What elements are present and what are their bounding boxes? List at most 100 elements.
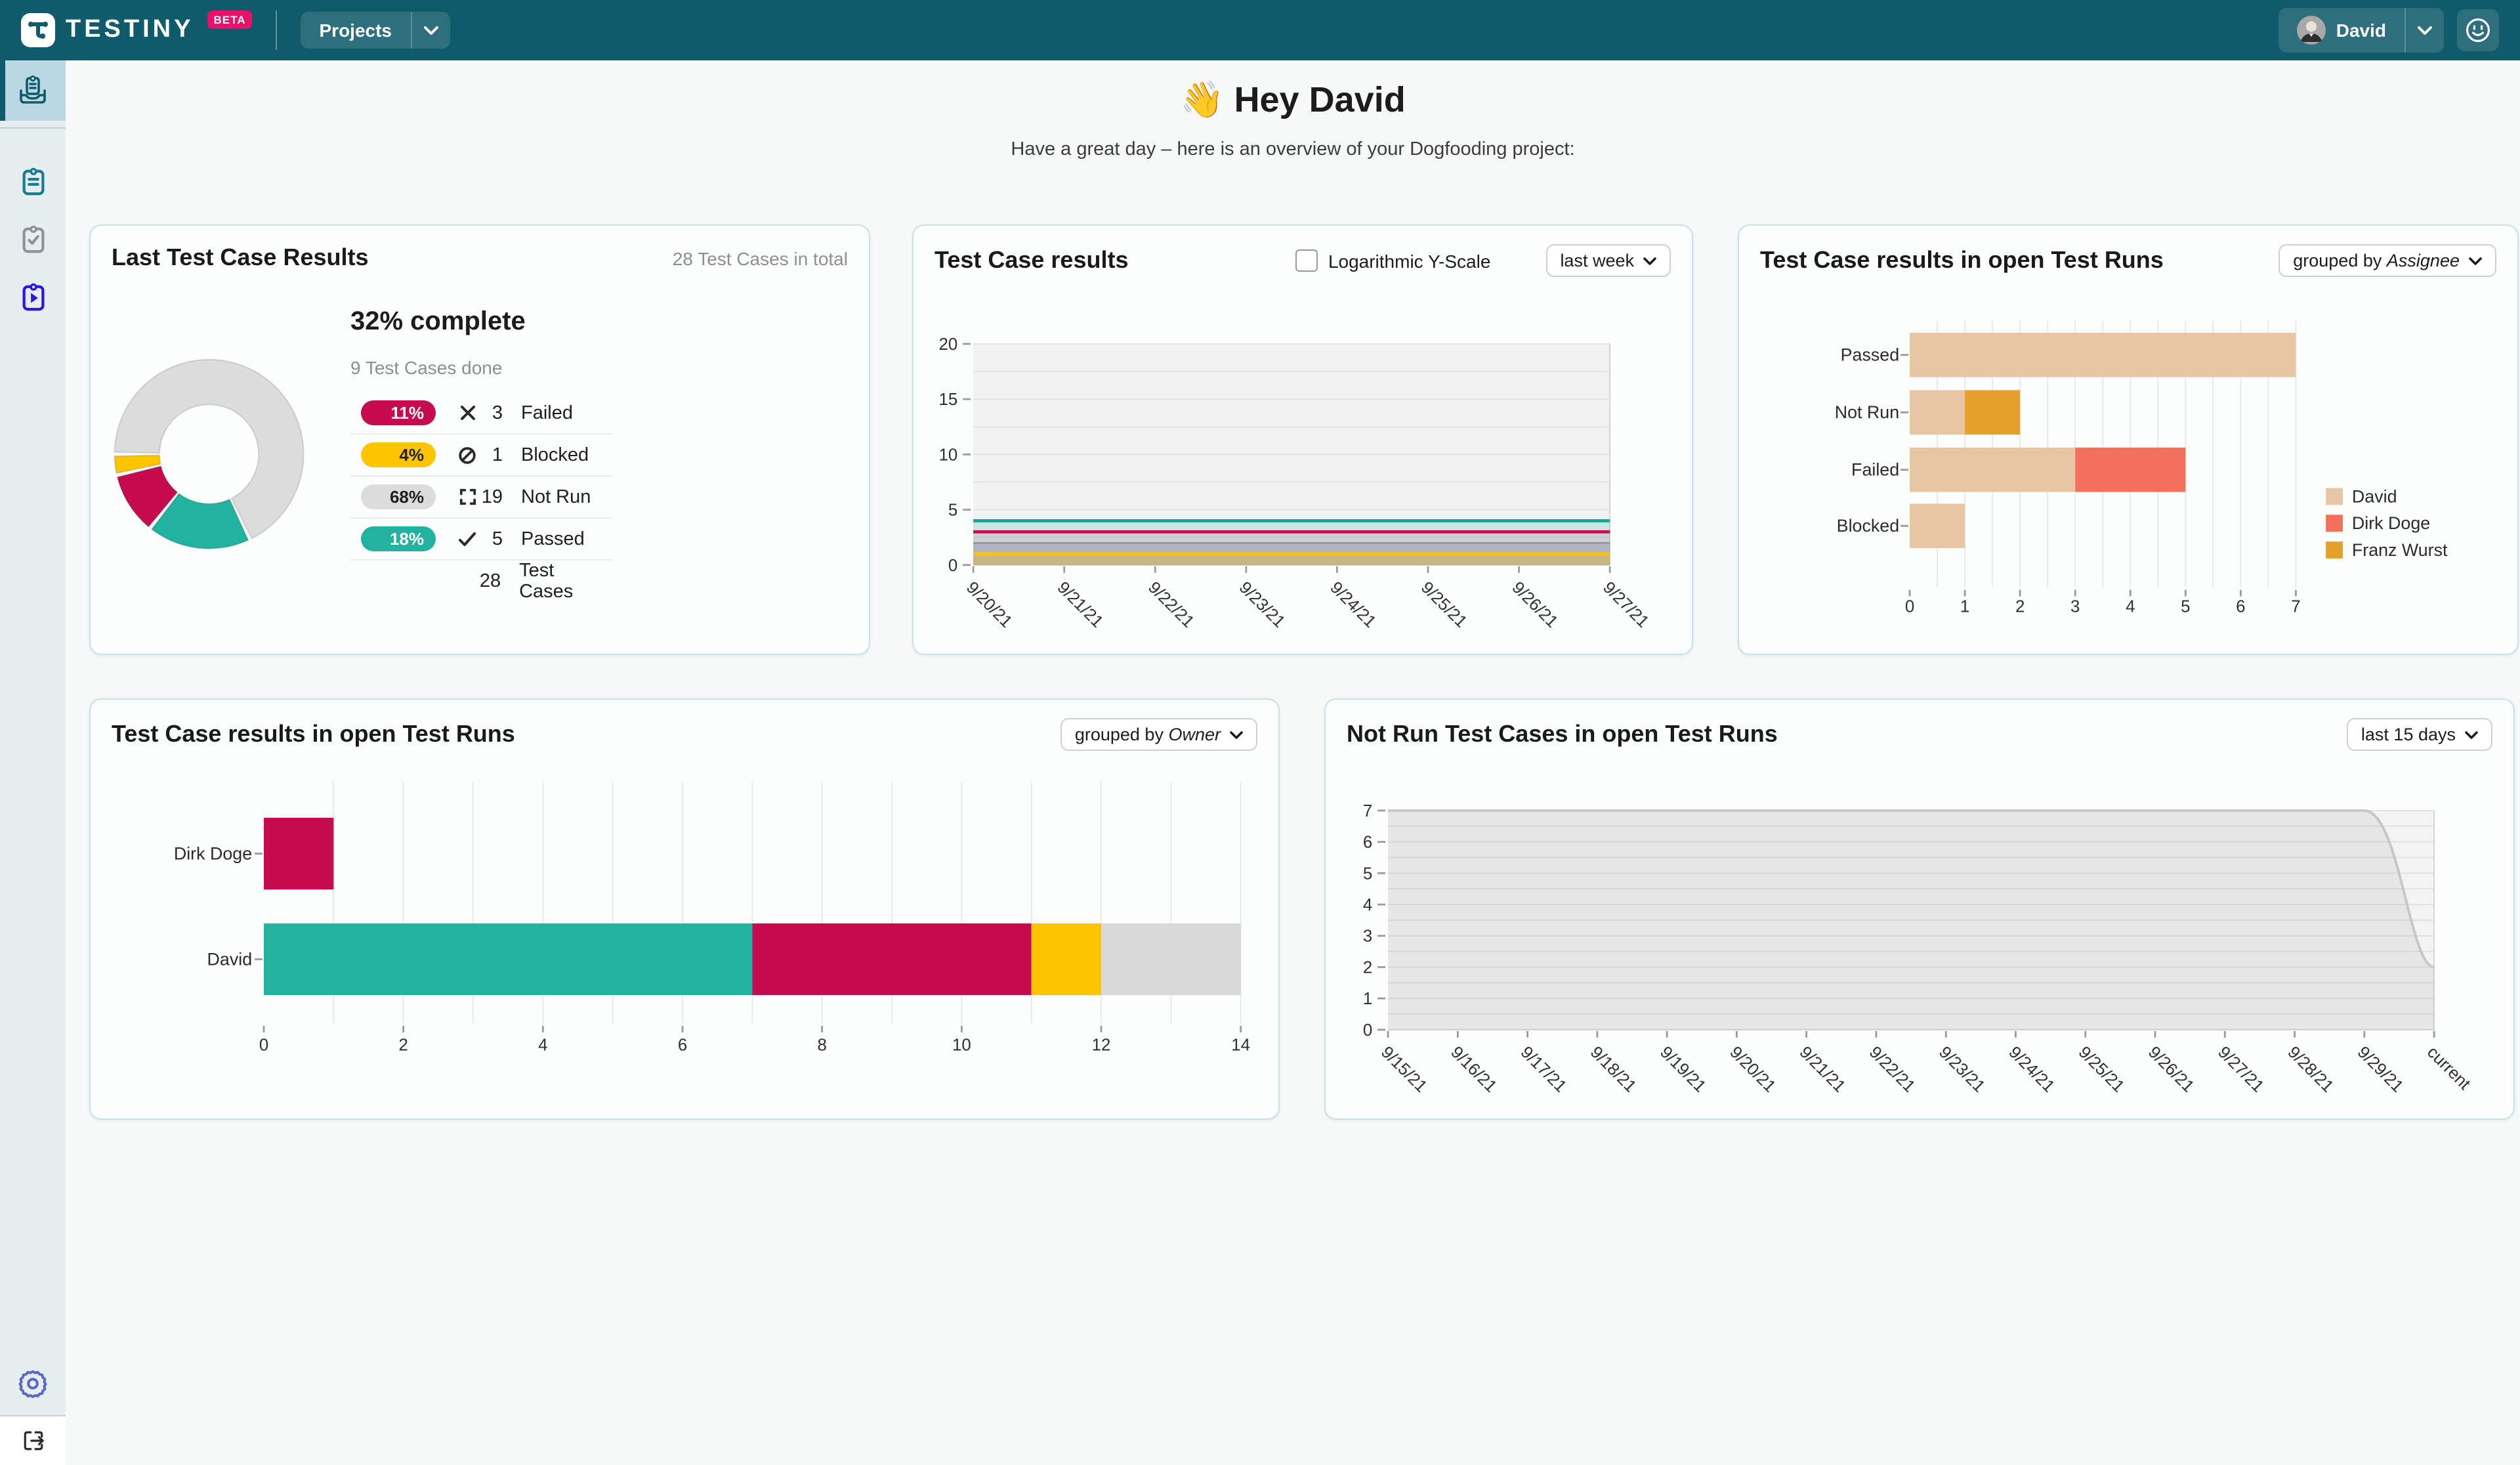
- card-test-case-results: Test Case results Logarithmic Y-Scale la…: [912, 224, 1693, 655]
- svg-text:20: 20: [938, 335, 957, 354]
- clipboard-play-icon: [18, 282, 48, 312]
- svg-text:9/27/21: 9/27/21: [1599, 578, 1652, 631]
- top-bar: TESTINY BETA Projects: [0, 0, 2520, 60]
- smiley-icon: [2465, 17, 2491, 43]
- sidebar-item-test-runs[interactable]: [0, 268, 66, 326]
- svg-text:David: David: [2352, 486, 2397, 506]
- svg-text:8: 8: [817, 1036, 826, 1055]
- chevron-down-icon[interactable]: [411, 12, 450, 49]
- card-last-test-case-results: Last Test Case Results 28 Test Cases in …: [89, 224, 870, 655]
- not-run-area-chart: 012345679/15/219/16/219/17/219/18/219/19…: [1326, 700, 2513, 1118]
- card-title: Test Case results: [934, 247, 1295, 274]
- svg-text:9/16/21: 9/16/21: [1447, 1043, 1500, 1096]
- svg-text:9/17/21: 9/17/21: [1517, 1043, 1570, 1096]
- sidebar-item-settings[interactable]: [0, 1368, 66, 1399]
- svg-text:7: 7: [2291, 597, 2300, 616]
- svg-text:4: 4: [1363, 896, 1372, 914]
- svg-text:Blocked: Blocked: [1837, 516, 1899, 536]
- projects-button-label: Projects: [301, 12, 411, 49]
- svg-text:Dirk Doge: Dirk Doge: [2352, 513, 2430, 533]
- svg-text:12: 12: [1092, 1036, 1111, 1055]
- assignee-bar-chart: PassedNot RunFailedBlocked01234567DavidD…: [1739, 226, 2517, 654]
- sidebar-collapse-button[interactable]: [0, 1415, 66, 1465]
- svg-text:0: 0: [948, 557, 957, 575]
- svg-text:Franz Wurst: Franz Wurst: [2352, 540, 2448, 560]
- svg-text:0: 0: [1363, 1021, 1372, 1040]
- test-case-results-line-chart: 051015209/20/219/21/219/22/219/23/219/24…: [914, 226, 1692, 654]
- svg-text:Failed: Failed: [1851, 460, 1899, 480]
- svg-text:9/25/21: 9/25/21: [1418, 578, 1471, 631]
- testiny-logo-icon: [21, 13, 55, 47]
- gear-icon: [17, 1368, 49, 1399]
- svg-text:9/29/21: 9/29/21: [2354, 1043, 2407, 1096]
- brand-wordmark: TESTINY: [66, 16, 194, 45]
- time-range-select[interactable]: last week: [1545, 244, 1671, 277]
- sidebar-item-test-cases[interactable]: [0, 152, 66, 210]
- group-by-select[interactable]: grouped by Owner: [1060, 718, 1257, 751]
- svg-text:9/26/21: 9/26/21: [2145, 1043, 2198, 1096]
- sidebar: [0, 60, 66, 1415]
- svg-text:9/21/21: 9/21/21: [1053, 578, 1106, 631]
- owner-bar-chart: Dirk Doge David 0 2 4 6 8 10 12 14: [91, 700, 1278, 1118]
- projects-button[interactable]: Projects: [301, 12, 450, 49]
- svg-text:Dirk Doge: Dirk Doge: [174, 843, 252, 863]
- app-logo[interactable]: TESTINY BETA: [21, 13, 253, 47]
- svg-text:6: 6: [1363, 834, 1372, 852]
- svg-text:9/22/21: 9/22/21: [1866, 1043, 1919, 1096]
- total-note: 28 Test Cases in total: [673, 247, 848, 268]
- page-title: 👋 Hey David: [66, 79, 2520, 121]
- user-menu-button[interactable]: David: [2278, 8, 2444, 53]
- user-name: David: [2336, 20, 2386, 41]
- log-scale-toggle[interactable]: Logarithmic Y-Scale: [1295, 249, 1491, 272]
- user-avatar: [2297, 16, 2326, 45]
- sidebar-item-test-plans[interactable]: [0, 210, 66, 268]
- svg-text:1: 1: [1363, 990, 1372, 1008]
- svg-text:0: 0: [1905, 597, 1914, 616]
- svg-text:5: 5: [2181, 597, 2190, 616]
- wave-emoji: 👋: [1180, 80, 1224, 119]
- svg-text:9/28/21: 9/28/21: [2284, 1043, 2337, 1096]
- svg-text:9/20/21: 9/20/21: [1726, 1043, 1779, 1096]
- sidebar-divider: [0, 127, 66, 129]
- group-by-select[interactable]: grouped by Assignee: [2278, 244, 2496, 277]
- svg-text:9/19/21: 9/19/21: [1656, 1043, 1710, 1096]
- svg-text:9/15/21: 9/15/21: [1377, 1043, 1431, 1096]
- svg-text:9/18/21: 9/18/21: [1587, 1043, 1640, 1096]
- svg-text:7: 7: [1363, 802, 1372, 820]
- card-title: Last Test Case Results: [112, 244, 673, 272]
- svg-text:9/21/21: 9/21/21: [1796, 1043, 1849, 1096]
- svg-text:9/23/21: 9/23/21: [1236, 578, 1289, 631]
- dashboard-inbox-icon: [17, 75, 49, 106]
- svg-text:9/23/21: 9/23/21: [1935, 1043, 1988, 1096]
- svg-text:Not Run: Not Run: [1835, 402, 1899, 422]
- svg-text:current: current: [2424, 1043, 2474, 1093]
- card-title: Test Case results in open Test Runs: [112, 721, 1060, 748]
- sidebar-item-overview[interactable]: [0, 60, 66, 121]
- svg-text:0: 0: [259, 1036, 268, 1055]
- svg-text:5: 5: [1363, 864, 1372, 883]
- chevron-down-icon: [2469, 257, 2482, 265]
- svg-text:6: 6: [678, 1036, 687, 1055]
- log-scale-checkbox[interactable]: [1295, 249, 1318, 272]
- chevron-down-icon[interactable]: [2406, 8, 2444, 53]
- log-scale-label: Logarithmic Y-Scale: [1328, 250, 1491, 271]
- svg-text:6: 6: [2236, 597, 2245, 616]
- svg-text:2: 2: [2015, 597, 2025, 616]
- time-range-select[interactable]: last 15 days: [2347, 718, 2492, 751]
- card-title: Not Run Test Cases in open Test Runs: [1347, 721, 2347, 748]
- svg-text:9/27/21: 9/27/21: [2214, 1043, 2267, 1096]
- feedback-smiley-button[interactable]: [2457, 9, 2499, 51]
- svg-text:9/25/21: 9/25/21: [2075, 1043, 2128, 1096]
- svg-text:15: 15: [938, 391, 957, 409]
- svg-text:David: David: [207, 949, 253, 969]
- svg-text:14: 14: [1231, 1036, 1250, 1055]
- beta-badge: BETA: [207, 11, 252, 29]
- clipboard-lines-icon: [18, 166, 48, 196]
- svg-text:4: 4: [538, 1036, 547, 1055]
- svg-text:5: 5: [948, 501, 957, 520]
- topbar-divider: [276, 11, 278, 50]
- svg-text:10: 10: [952, 1036, 971, 1055]
- svg-text:9/24/21: 9/24/21: [2005, 1043, 2058, 1096]
- svg-text:9/20/21: 9/20/21: [963, 578, 1016, 631]
- svg-text:2: 2: [398, 1036, 408, 1055]
